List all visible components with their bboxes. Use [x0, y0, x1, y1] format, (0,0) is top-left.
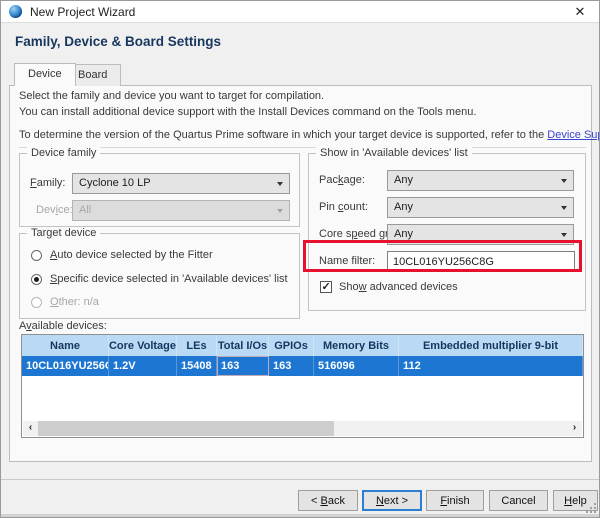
titlebar[interactable]: New Project Wizard ✕ [1, 1, 599, 23]
family-dropdown[interactable]: Cyclone 10 LP [72, 173, 290, 194]
next-button[interactable]: Next > [362, 490, 422, 511]
target-device-group: Target device Auto device selected by th… [19, 233, 300, 319]
finish-button[interactable]: Finish [426, 490, 484, 511]
window-bottom-edge [1, 514, 599, 517]
radio-other-label: Other: n/a [50, 296, 99, 308]
scrollbar-thumb[interactable] [38, 421, 334, 436]
radio-auto-label: Auto device selected by the Fitter [50, 249, 213, 261]
chevron-down-icon [561, 179, 567, 183]
intro-line-3: To determine the version of the Quartus … [19, 129, 600, 141]
col-header-embedded-multiplier: Embedded multiplier 9-bit [399, 335, 583, 356]
button-bar-separator [1, 479, 599, 480]
col-header-total-ios: Total I/Os [217, 335, 269, 356]
chevron-down-icon [277, 182, 283, 186]
show-filters-group-title: Show in 'Available devices' list [316, 147, 472, 159]
pin-count-dropdown[interactable]: Any [387, 197, 574, 218]
radio-specific-label: Specific device selected in 'Available d… [50, 273, 288, 285]
col-header-name: Name [22, 335, 109, 356]
scroll-left-icon[interactable]: ‹ [23, 421, 38, 436]
family-label: Family: [30, 173, 65, 193]
close-icon[interactable]: ✕ [565, 1, 595, 23]
table-header-row: Name Core Voltage LEs Total I/Os GPIOs M… [22, 335, 583, 356]
col-header-core-voltage: Core Voltage [109, 335, 177, 356]
package-label: Package: [319, 170, 365, 190]
device-family-group: Device family Family: Cyclone 10 LP Devi… [19, 153, 300, 227]
pin-count-label: Pin count: [319, 197, 368, 217]
horizontal-scrollbar[interactable]: ‹ › [23, 421, 582, 436]
chevron-down-icon [277, 209, 283, 213]
radio-auto-device[interactable]: Auto device selected by the Fitter [31, 248, 213, 262]
cell-core-voltage[interactable]: 1.2V [109, 356, 177, 376]
chevron-down-icon [561, 233, 567, 237]
cell-name[interactable]: 10CL016YU256C8G [22, 356, 109, 376]
col-header-memory-bits: Memory Bits [314, 335, 399, 356]
device-dropdown: All [72, 200, 290, 221]
col-header-gpios: GPIOs [269, 335, 314, 356]
table-row-selected-device[interactable]: 10CL016YU256C8G 1.2V 15408 163 163 51609… [22, 356, 583, 376]
package-dropdown[interactable]: Any [387, 170, 574, 191]
target-device-group-title: Target device [27, 227, 100, 239]
new-project-wizard-dialog: New Project Wizard ✕ Family, Device & Bo… [0, 0, 600, 518]
device-family-group-title: Device family [27, 147, 100, 159]
tab-device[interactable]: Device [14, 63, 76, 86]
cell-embedded-multiplier[interactable]: 112 [399, 356, 583, 376]
chevron-down-icon [561, 206, 567, 210]
show-advanced-devices-checkbox[interactable]: Show advanced devices [320, 280, 458, 294]
radio-selected-icon [31, 274, 42, 285]
cell-les[interactable]: 15408 [177, 356, 217, 376]
quartus-app-icon [9, 5, 22, 18]
device-label: Device: [36, 200, 73, 220]
intro-line-1: Select the family and device you want to… [19, 90, 324, 102]
col-header-les: LEs [177, 335, 217, 356]
separator [19, 147, 586, 148]
core-speed-grade-dropdown[interactable]: Any [387, 224, 574, 245]
radio-icon [31, 250, 42, 261]
radio-other: Other: n/a [31, 295, 99, 309]
scroll-right-icon[interactable]: › [567, 421, 582, 436]
show-advanced-devices-label: Show advanced devices [339, 281, 458, 293]
resize-grip[interactable] [586, 503, 596, 513]
intro-line-2: You can install additional device suppor… [19, 106, 476, 118]
radio-specific-device[interactable]: Specific device selected in 'Available d… [31, 272, 288, 286]
radio-disabled-icon [31, 297, 42, 308]
available-devices-table: Name Core Voltage LEs Total I/Os GPIOs M… [21, 334, 584, 438]
device-support-list-link[interactable]: Device Support List [547, 129, 600, 141]
available-devices-label: Available devices: [19, 320, 107, 332]
show-filters-group: Show in 'Available devices' list Package… [308, 153, 586, 311]
cell-total-ios[interactable]: 163 [217, 356, 269, 376]
name-filter-input[interactable] [387, 251, 575, 272]
page-title: Family, Device & Board Settings [15, 34, 221, 49]
checkbox-checked-icon [320, 281, 332, 293]
window-title: New Project Wizard [30, 1, 135, 23]
cell-memory-bits[interactable]: 516096 [314, 356, 399, 376]
cell-gpios[interactable]: 163 [269, 356, 314, 376]
back-button[interactable]: < Back [298, 490, 358, 511]
name-filter-label: Name filter: [319, 251, 375, 271]
cancel-button[interactable]: Cancel [489, 490, 548, 511]
